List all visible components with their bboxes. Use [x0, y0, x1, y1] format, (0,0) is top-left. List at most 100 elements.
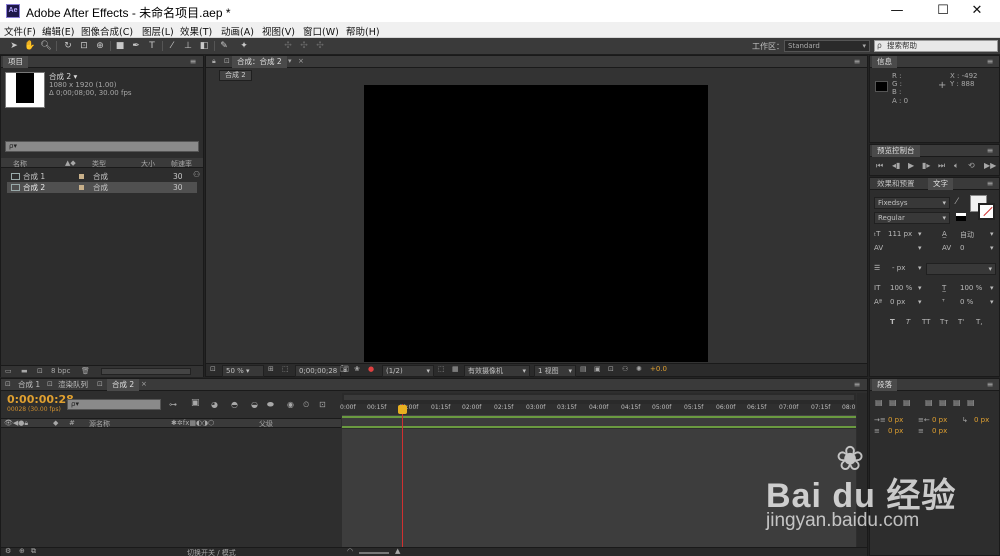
pen-tool-icon[interactable]: ✒ [130, 40, 142, 52]
close-tab-icon[interactable]: × [141, 380, 147, 388]
indent-left-value[interactable]: 0 px [888, 416, 903, 424]
comp-mini-flowchart-icon[interactable]: ⊶ [169, 400, 177, 409]
tab-project[interactable]: 项目 [3, 56, 28, 68]
stroke-width-value[interactable]: - px [892, 264, 905, 272]
interpret-footage-icon[interactable]: ▭ [5, 367, 12, 375]
label-swatch[interactable] [79, 174, 84, 179]
tab-info[interactable]: 信息 [872, 56, 897, 68]
axis-mode-icon[interactable]: ✣ [282, 40, 294, 52]
align-center-icon[interactable]: ▤ [889, 398, 897, 407]
zoom-out-icon[interactable]: ◠ [347, 547, 353, 555]
column-size[interactable]: 大小 [141, 159, 155, 169]
loop-icon[interactable]: ⟲ [968, 161, 975, 170]
prev-frame-icon[interactable]: ◂▮ [892, 161, 900, 170]
axis-mode-view-icon[interactable]: ✣ [314, 40, 326, 52]
chevron-down-icon[interactable]: ▾ [990, 244, 994, 252]
panel-menu-icon[interactable]: ≡ [984, 56, 996, 68]
font-family-dropdown[interactable]: Fixedsys ▾ [874, 197, 950, 209]
minimize-icon[interactable]: — [874, 0, 920, 22]
project-item-comp1[interactable]: 合成 1 合成 30 [7, 171, 197, 182]
close-tab-icon[interactable]: × [298, 57, 304, 65]
panel-menu-icon[interactable]: ≡ [851, 56, 863, 68]
bpc-label[interactable]: 8 bpc [51, 367, 70, 375]
font-size-value[interactable]: 111 px [888, 230, 912, 238]
play-icon[interactable]: ▶ [908, 161, 914, 170]
vertical-scale-value[interactable]: 100 % [890, 284, 912, 292]
work-area-range[interactable] [342, 416, 856, 428]
exposure-icon[interactable]: ✺ [636, 365, 642, 373]
rotate-tool-icon[interactable]: ↻ [62, 40, 74, 52]
playhead-line[interactable] [402, 404, 403, 556]
space-after-value[interactable]: 0 px [932, 427, 947, 435]
zoom-tool-icon[interactable]: 🔍︎ [40, 40, 52, 52]
project-item-comp2[interactable]: 合成 2 合成 30 [7, 182, 197, 193]
align-right-icon[interactable]: ▤ [903, 398, 911, 407]
lock-icon[interactable]: 🔒︎ [212, 57, 216, 66]
motion-blur-icon[interactable]: ◒ [251, 400, 258, 409]
justify-center-icon[interactable]: ▤ [939, 398, 947, 407]
hand-tool-icon[interactable]: ✋ [24, 40, 36, 52]
playhead-handle[interactable] [398, 405, 407, 414]
small-caps-button[interactable]: Tт [940, 318, 948, 326]
menu-effect[interactable]: 效果(T) [180, 24, 212, 38]
camera-dropdown[interactable]: 有效摄像机 ▾ [464, 365, 530, 377]
stopwatch-icon[interactable]: ⏲ [303, 400, 309, 410]
stroke-style-dropdown[interactable]: ▾ [926, 263, 996, 275]
clone-stamp-tool-icon[interactable]: ⊥ [182, 40, 194, 52]
pan-behind-tool-icon[interactable]: ⊕ [94, 40, 106, 52]
next-frame-icon[interactable]: ▮▸ [922, 161, 930, 170]
snapshot-icon[interactable]: 📷︎ [340, 365, 349, 373]
zoom-in-icon[interactable]: ▲ [395, 547, 400, 555]
chevron-down-icon[interactable]: ▾ [918, 244, 922, 252]
new-composition-icon[interactable]: ⊡ [37, 367, 43, 375]
align-left-icon[interactable]: ▤ [875, 398, 883, 407]
draft-3d-icon[interactable]: ▣ [191, 398, 200, 408]
toggle-switches-modes-button[interactable]: 切换开关 / 模式 [187, 548, 236, 556]
tab-render-queue[interactable]: 渲染队列 [53, 379, 93, 391]
chevron-down-icon[interactable]: ▾ [990, 230, 994, 238]
leading-value[interactable]: 自动 [960, 230, 974, 240]
menu-layer[interactable]: 图层(L) [142, 24, 174, 38]
new-folder-icon[interactable]: ▬ [21, 367, 28, 375]
tab-comp1[interactable]: 合成 1 [13, 379, 45, 391]
flowchart-icon[interactable]: ⚇ [622, 365, 628, 373]
comp-subtab[interactable]: 合成 2 [219, 70, 252, 81]
toggle-layer-switches-icon[interactable]: ⚙︎ [5, 547, 11, 555]
layer-track-area[interactable] [342, 429, 856, 549]
menu-file[interactable]: 文件(F) [4, 24, 36, 38]
region-of-interest-icon[interactable]: ⬚ [438, 365, 445, 373]
chevron-down-icon[interactable]: ▾ [918, 264, 922, 272]
column-name[interactable]: 名称 [13, 159, 27, 169]
project-search-input[interactable]: ρ▾ [5, 141, 199, 152]
tab-composition[interactable]: 合成：合成 2 [232, 56, 287, 68]
tab-character[interactable]: 文字 [928, 178, 953, 190]
ram-preview-icon[interactable]: ▶▶ [984, 161, 996, 170]
chevron-down-icon[interactable]: ▾ [918, 230, 922, 238]
tab-paragraph[interactable]: 段落 [872, 379, 897, 391]
camera-tool-icon[interactable]: ⊡ [78, 40, 90, 52]
default-colors-icon[interactable] [956, 213, 966, 221]
workspace-dropdown[interactable]: Standard ▾ [784, 40, 870, 52]
close-icon[interactable]: ✕ [954, 0, 1000, 22]
text-tool-icon[interactable]: T [146, 40, 158, 52]
current-time-display[interactable]: 0;00;00;28 [295, 365, 342, 377]
menu-help[interactable]: 帮助(H) [346, 24, 380, 38]
label-column-icon[interactable]: ◆ [53, 419, 58, 427]
exposure-value[interactable]: +0.0 [650, 365, 667, 373]
roto-brush-tool-icon[interactable]: ✎ [218, 40, 230, 52]
subscript-button[interactable]: T, [976, 318, 983, 326]
axis-mode-world-icon[interactable]: ✣ [298, 40, 310, 52]
resolution-dropdown[interactable]: (1/2) ▾ [382, 365, 434, 377]
last-frame-icon[interactable]: ⏭ [938, 161, 945, 171]
switches-icon[interactable]: ✱✲fx▦◐◑⬡ [171, 419, 214, 427]
chevron-down-icon[interactable]: ▾ [288, 57, 292, 65]
hide-shy-layers-icon[interactable]: ◕ [211, 400, 218, 409]
horizontal-scale-value[interactable]: 100 % [960, 284, 982, 292]
work-area-bar[interactable] [344, 395, 854, 400]
project-horizontal-scrollbar[interactable] [101, 368, 191, 375]
auto-keyframe-icon[interactable]: ◉ [287, 400, 294, 409]
transparency-grid-icon[interactable]: ▦ [452, 365, 459, 373]
safe-margins-icon[interactable]: ⊞ [268, 365, 274, 373]
tsume-value[interactable]: 0 % [960, 298, 973, 306]
timeline-zoom-slider[interactable] [359, 552, 389, 554]
